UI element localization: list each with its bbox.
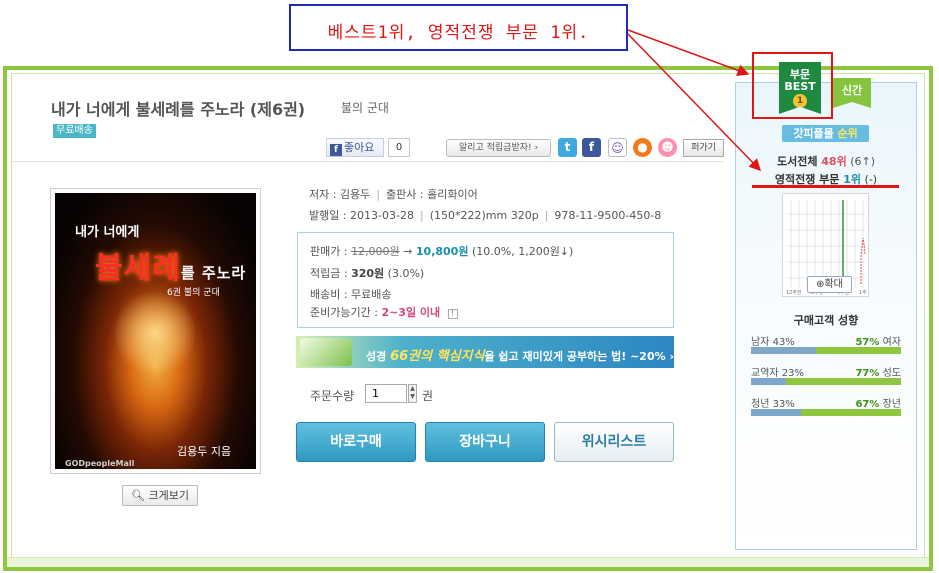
banner-highlight: 66권의 핵심지식 <box>390 349 485 364</box>
quantity-input[interactable] <box>365 384 407 403</box>
cover-title-line2: 불세례를 주노라 <box>95 243 246 287</box>
sale-price: 10,800원 <box>415 245 469 258</box>
buy-now-button[interactable]: 바로구매 <box>296 422 416 462</box>
points-label: 적립금 : <box>310 267 348 280</box>
add-to-cart-button[interactable]: 장바구니 <box>425 422 545 462</box>
annotation-underline <box>752 185 899 188</box>
quantity-stepper[interactable]: ▲ ▼ <box>408 384 417 403</box>
cover-mall-logo: GODpeopleMall <box>65 459 135 468</box>
info-icon[interactable]: ! <box>447 309 458 319</box>
demographic-bar <box>751 409 901 416</box>
annotation-highlight-box <box>752 52 833 119</box>
original-price: 12,000원 <box>351 245 400 258</box>
price-arrow: → <box>403 245 413 258</box>
price-label: 판매가 : <box>310 245 348 258</box>
prep-value: 2~3일 이내 <box>381 306 441 319</box>
cover-frame: 내가 너에게 불세례를 주노라 6권 불의 군대 김용두 지음 GODpeopl… <box>50 188 261 474</box>
demographic-left: 교역자 23% <box>751 368 805 379</box>
free-shipping-badge: 무료배송 <box>53 124 96 138</box>
points-row: 적립금 : 320원 (3.0%) <box>310 265 424 281</box>
publish-info-line: 발행일 : 2013-03-28 | (150*222)mm 320p | 978-11… <box>309 207 661 223</box>
book-size: (150*222)mm 320p <box>429 209 539 222</box>
cover-subtitle: 6권 불의 군대 <box>167 288 220 298</box>
demographic-row: 남자 43% 57% 여자 <box>751 333 901 365</box>
demographic-bar-fill <box>751 347 816 354</box>
annotation-callout-text: 베스트1위, 영적전쟁 부문 1위. <box>327 23 590 43</box>
quantity-label: 주문수량 <box>310 389 355 403</box>
cover-author: 김용두 지음 <box>177 445 232 458</box>
annotation-callout: 베스트1위, 영적전쟁 부문 1위. <box>289 4 628 51</box>
yozm-icon[interactable]: ● <box>633 138 652 157</box>
like-label: 좋아요 <box>344 141 375 154</box>
chart-tick: 1주 <box>859 290 867 296</box>
cover-title-line1: 내가 너에게 <box>75 225 140 240</box>
demographic-bar <box>751 378 901 385</box>
embed-button[interactable]: 퍼가기 <box>683 139 724 157</box>
chart-zoom-label: 확대 <box>824 279 843 290</box>
demographic-bar <box>751 347 901 354</box>
publish-date: 발행일 : 2013-03-28 <box>309 209 414 222</box>
demographic-bar-fill <box>751 409 801 416</box>
overall-rank: 도서전체 48위 (6↑) <box>740 153 912 169</box>
overall-rank-delta: (6↑) <box>846 155 876 168</box>
facebook-icon: f <box>330 144 342 156</box>
ranking-label: 갓피플몰 순위 <box>782 125 869 142</box>
chart-tick: 12주전 <box>786 289 802 296</box>
ranking-label-highlight: 순위 <box>837 127 858 140</box>
price-box: 판매가 : 12,000원 → 10,800원 (10.0%, 1,200원↓)… <box>297 232 674 328</box>
banner-pre: 성경 <box>366 350 391 363</box>
price-row: 판매가 : 12,000원 → 10,800원 (10.0%, 1,200원↓) <box>310 243 573 259</box>
cover-title-big: 불세례 <box>95 251 181 286</box>
wishlist-button[interactable]: 위시리스트 <box>554 422 674 462</box>
demographic-left: 청년 33% <box>751 399 795 410</box>
demographics-title: 구매고객 성향 <box>793 314 859 327</box>
points-rate: (3.0%) <box>387 267 425 280</box>
publisher[interactable]: 출판사 : 홀리화이어 <box>386 188 478 201</box>
chart-zoom-button[interactable]: ⊕확대 <box>807 276 852 293</box>
like-count: 0 <box>388 138 410 157</box>
isbn: 978-11-9500-450-8 <box>554 209 662 222</box>
separator: | <box>420 209 424 222</box>
header-divider <box>12 161 724 162</box>
demographic-right: 57% 여자 <box>855 333 901 348</box>
magnifier-icon: 🔍︎ <box>131 489 149 502</box>
discount-info: (10.0%, 1,200원↓) <box>471 245 574 258</box>
shipping-row: 배송비 : 무료배송 <box>310 288 392 301</box>
enlarge-label: 크게보기 <box>148 489 189 502</box>
frame-bottom-band <box>7 557 929 567</box>
facebook-like-button[interactable]: f 좋아요 <box>326 138 384 157</box>
points-value: 320원 <box>351 267 385 280</box>
enlarge-cover-button[interactable]: 🔍︎ 크게보기 <box>122 485 198 506</box>
author-publisher-line: 저자 : 김용두 | 출판사 : 홀리화이어 <box>309 186 478 202</box>
demographic-row: 청년 33% 67% 장년 <box>751 395 901 427</box>
separator: | <box>544 209 549 222</box>
cover-title-small: 를 주노라 <box>180 264 247 282</box>
separator: | <box>376 188 381 201</box>
promo-banner[interactable]: 성경 66권의 핵심지식을 쉽고 재미있게 공부하는 법! ~20% › <box>296 336 674 368</box>
demographic-row: 교역자 23% 77% 성도 <box>751 364 901 396</box>
cover-glow <box>115 288 195 378</box>
overall-rank-label: 도서전체 <box>776 155 822 168</box>
product-subtitle: 불의 군대 <box>341 101 389 115</box>
author[interactable]: 저자 : 김용두 <box>309 188 370 201</box>
bible-book-icon <box>300 338 352 366</box>
share-reward-button[interactable]: 알리고 적립금받자! › <box>446 139 551 157</box>
product-title: 내가 너에게 불세례를 주노라 (제6권) <box>51 100 306 119</box>
book-cover-image[interactable]: 내가 너에게 불세례를 주노라 6권 불의 군대 김용두 지음 GODpeopl… <box>55 193 256 469</box>
prep-row: 준비가능기간 : 2~3일 이내 ! <box>310 304 458 320</box>
demographic-right: 77% 성도 <box>855 364 901 379</box>
prep-label: 준비가능기간 : <box>310 306 378 319</box>
demographic-right: 67% 장년 <box>855 395 901 410</box>
banner-post: 을 쉽고 재미있게 공부하는 법! ~20% › <box>484 350 674 363</box>
twitter-icon[interactable]: t <box>558 138 577 157</box>
ranking-label-pre: 갓피플몰 <box>793 127 838 140</box>
kakao-icon[interactable]: ☻ <box>658 138 677 157</box>
facebook-share-icon[interactable]: f <box>582 138 601 157</box>
overall-rank-value: 48위 <box>821 155 847 168</box>
quantity-unit: 권 <box>422 389 434 403</box>
me2day-icon[interactable]: ☺ <box>608 138 627 157</box>
demographic-bar-fill <box>751 378 786 385</box>
demographic-left: 남자 43% <box>751 337 795 348</box>
banner-text: 성경 66권의 핵심지식을 쉽고 재미있게 공부하는 법! ~20% › <box>366 345 674 364</box>
